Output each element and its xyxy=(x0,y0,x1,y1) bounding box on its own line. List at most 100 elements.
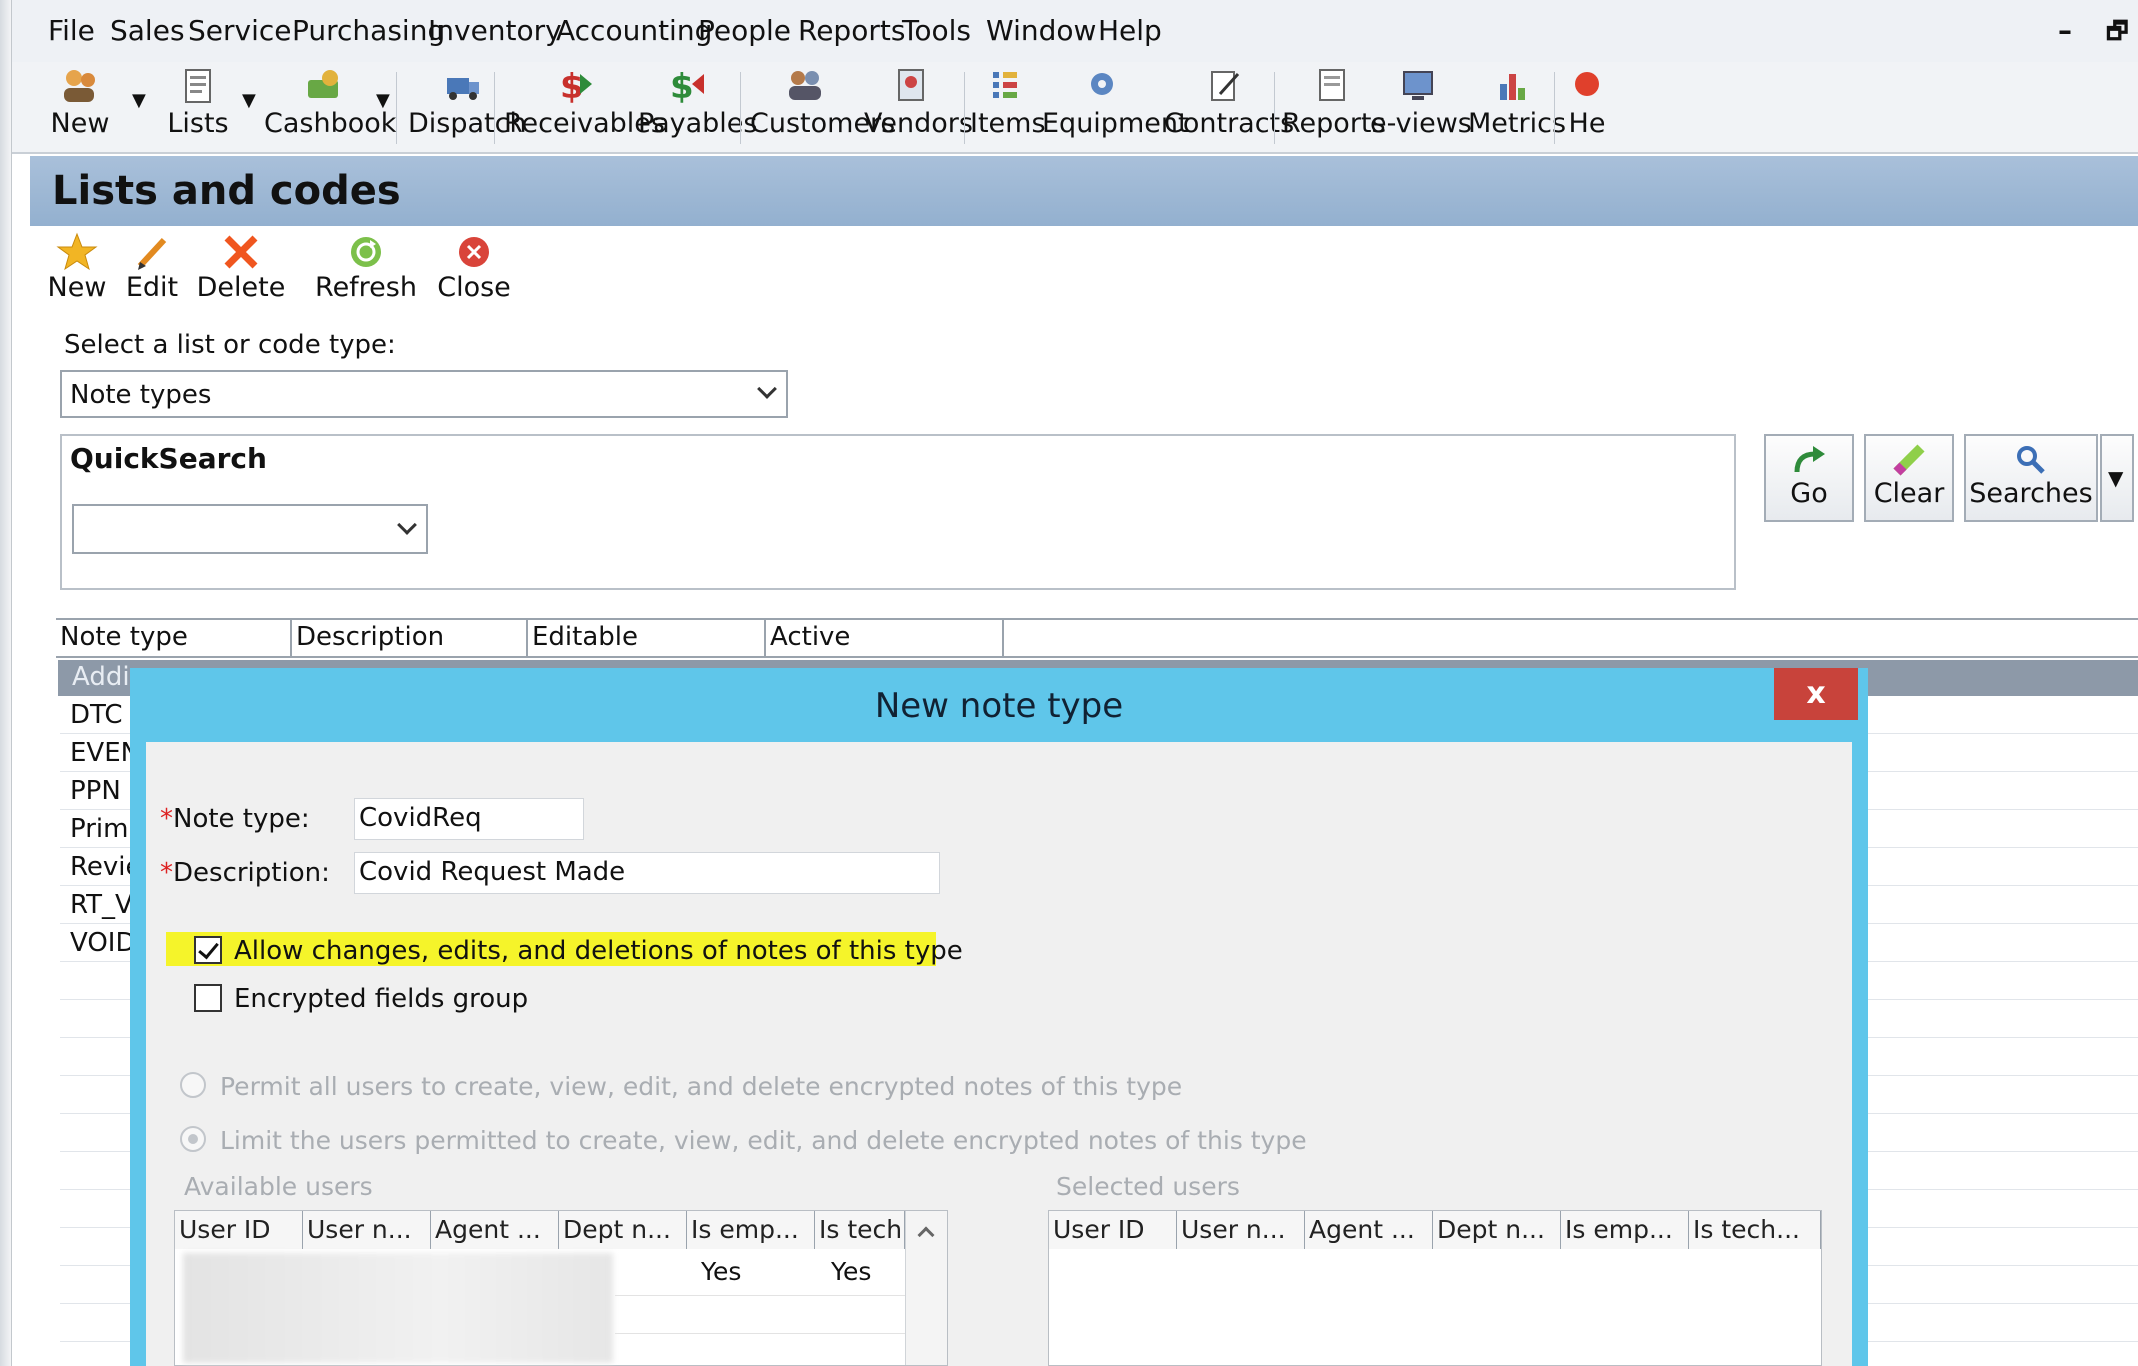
col-is-emp[interactable]: Is emp... xyxy=(687,1211,815,1249)
star-icon xyxy=(55,232,99,272)
toolbar-cashbook-button[interactable]: Cashbook xyxy=(264,66,396,150)
col-is-tech[interactable]: Is tech... xyxy=(815,1211,905,1249)
minimize-button[interactable]: – xyxy=(2058,14,2072,47)
menu-people[interactable]: People xyxy=(698,14,791,47)
cashbook-icon xyxy=(302,66,346,106)
lists-caret-icon[interactable]: ▼ xyxy=(242,90,256,111)
col-user-name[interactable]: User n... xyxy=(1177,1211,1305,1249)
menu-file[interactable]: File xyxy=(48,14,95,47)
toolbar-separator xyxy=(1554,72,1555,144)
chevron-down-icon xyxy=(397,515,417,535)
eraser-icon xyxy=(1889,442,1929,478)
new-people-icon xyxy=(58,66,102,106)
available-users-label: Available users xyxy=(184,1172,373,1201)
description-input[interactable]: Covid Request Made xyxy=(354,852,940,894)
searches-button[interactable]: Searches xyxy=(1964,434,2098,522)
toolbar-dispatch-button[interactable]: Dispatch xyxy=(408,66,527,150)
col-user-name[interactable]: User n... xyxy=(303,1211,431,1249)
permit-all-label: Permit all users to create, view, edit, … xyxy=(220,1072,1183,1101)
delete-x-icon xyxy=(219,232,263,272)
new-caret-icon[interactable]: ▼ xyxy=(132,90,146,111)
refresh-button[interactable]: Refresh xyxy=(314,232,418,303)
col-is-emp[interactable]: Is emp... xyxy=(1561,1211,1689,1249)
allow-changes-label: Allow changes, edits, and deletions of n… xyxy=(234,936,963,966)
delete-button[interactable]: Delete xyxy=(196,232,286,303)
toolbar-new-button[interactable]: New xyxy=(40,66,120,150)
edit-button[interactable]: Edit xyxy=(122,232,182,303)
restore-button[interactable]: 🗗 xyxy=(2106,14,2129,55)
toolbar-equipment-button[interactable]: Equipment xyxy=(1042,66,1189,150)
dialog-close-button[interactable]: x xyxy=(1774,668,1858,720)
toolbar-separator xyxy=(1274,72,1275,144)
col-dept-name[interactable]: Dept n... xyxy=(1433,1211,1561,1249)
menu-sales[interactable]: Sales xyxy=(110,14,185,47)
toolbar-contracts-button[interactable]: Contracts xyxy=(1164,66,1294,150)
menu-help[interactable]: Help xyxy=(1098,14,1162,47)
toolbar-separator xyxy=(396,72,397,144)
panel-title: Lists and codes xyxy=(52,168,401,214)
toolbar-separator xyxy=(494,72,495,144)
menu-inventory[interactable]: Inventory xyxy=(428,14,562,47)
menu-reports[interactable]: Reports xyxy=(798,14,905,47)
contracts-icon xyxy=(1202,66,1246,106)
quicksearch-box: QuickSearch xyxy=(60,434,1736,590)
toolbar-payables-button[interactable]: $ Payables xyxy=(638,66,757,150)
go-arrow-icon xyxy=(1789,442,1829,478)
note-type-input[interactable]: CovidReq xyxy=(354,798,584,840)
list-type-select[interactable]: Note types xyxy=(60,370,788,418)
menu-bar: File Sales Service Purchasing Inventory … xyxy=(12,0,2138,62)
caret-down-icon: ▼ xyxy=(2108,466,2124,490)
reports-icon xyxy=(1310,66,1354,106)
col-agent[interactable]: Agent ... xyxy=(1305,1211,1433,1249)
col-is-tech[interactable]: Is tech... xyxy=(1689,1211,1821,1249)
toolbar-receivables-button[interactable]: $ Receivables xyxy=(504,66,665,150)
column-note-type[interactable]: Note type xyxy=(56,620,292,658)
is-tech-value: Yes xyxy=(831,1257,872,1286)
toolbar-help-button[interactable]: He xyxy=(1562,66,1612,150)
dispatch-truck-icon xyxy=(441,66,485,106)
close-button[interactable]: Close xyxy=(432,232,516,303)
encrypted-fields-checkbox[interactable] xyxy=(194,984,222,1012)
toolbar-metrics-button[interactable]: Metrics xyxy=(1468,66,1566,150)
menu-window[interactable]: Window xyxy=(986,14,1096,47)
menu-purchasing[interactable]: Purchasing xyxy=(292,14,445,47)
new-button[interactable]: New xyxy=(42,232,112,303)
toolbar-lists-button[interactable]: Lists xyxy=(158,66,238,150)
note-type-label: *Note type: xyxy=(160,804,310,834)
allow-changes-checkbox[interactable] xyxy=(194,936,222,964)
col-user-id[interactable]: User ID xyxy=(1049,1211,1177,1249)
col-agent[interactable]: Agent ... xyxy=(431,1211,559,1249)
permit-all-radio[interactable] xyxy=(180,1072,206,1098)
magnifier-icon xyxy=(2011,442,2051,478)
dialog-title: New note type xyxy=(874,686,1124,726)
toolbar-reports-button[interactable]: Reports xyxy=(1282,66,1386,150)
vertical-scrollbar[interactable] xyxy=(905,1211,947,1365)
chevron-down-icon xyxy=(757,379,777,399)
clear-button[interactable]: Clear xyxy=(1864,434,1954,522)
is-emp-value: Yes xyxy=(701,1257,742,1286)
pencil-icon xyxy=(130,232,174,272)
col-user-id[interactable]: User ID xyxy=(175,1211,303,1249)
main-toolbar: New ▼ Lists ▼ Cashbook ▼ Dispatch $ Rece… xyxy=(12,62,2138,154)
description-label: *Description: xyxy=(160,858,330,888)
menu-service[interactable]: Service xyxy=(188,14,291,47)
limit-users-radio[interactable] xyxy=(180,1126,206,1152)
toolbar-items-button[interactable]: Items xyxy=(970,66,1046,150)
menu-tools[interactable]: Tools xyxy=(902,14,971,47)
toolbar-vendors-button[interactable]: Vendors xyxy=(864,66,973,150)
cashbook-caret-icon[interactable]: ▼ xyxy=(376,90,390,111)
col-dept-name[interactable]: Dept n... xyxy=(559,1211,687,1249)
column-description[interactable]: Description xyxy=(292,620,528,658)
toolbar-customers-button[interactable]: Customers xyxy=(750,66,895,150)
refresh-icon xyxy=(344,232,388,272)
column-editable[interactable]: Editable xyxy=(528,620,766,658)
quicksearch-select[interactable] xyxy=(72,504,428,554)
go-button[interactable]: Go xyxy=(1764,434,1854,522)
column-active[interactable]: Active xyxy=(766,620,1004,658)
toolbar-eviews-button[interactable]: e-views xyxy=(1370,66,1472,150)
searches-dropdown-button[interactable]: ▼ xyxy=(2100,434,2134,522)
selected-users-header: User ID User n... Agent ... Dept n... Is… xyxy=(1049,1211,1821,1249)
scroll-up-icon[interactable] xyxy=(917,1226,935,1244)
menu-accounting[interactable]: Accounting xyxy=(556,14,712,47)
svg-text:$: $ xyxy=(670,67,694,106)
